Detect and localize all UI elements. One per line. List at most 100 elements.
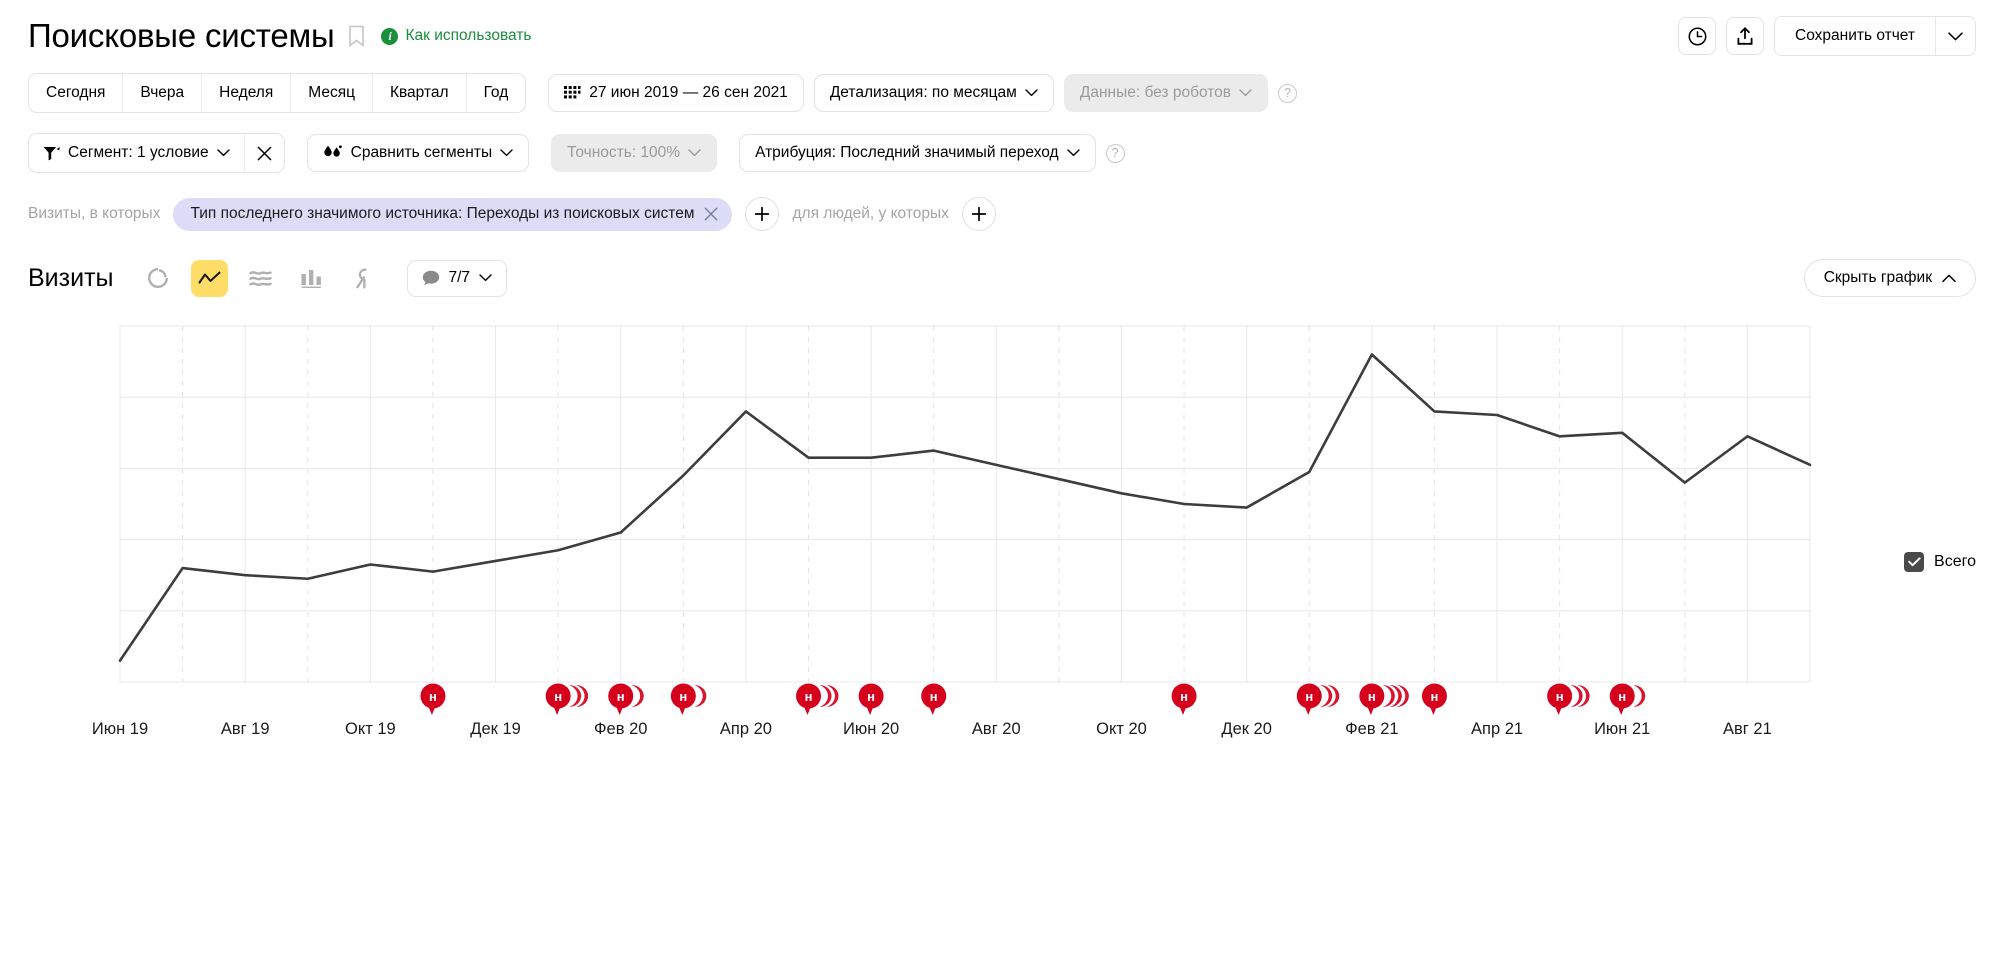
period-button-yesterday[interactable]: Вчера — [123, 74, 203, 112]
metrica-report-page: Поисковые системы i Как использовать Сох… — [0, 0, 2000, 966]
period-button-today[interactable]: Сегодня — [29, 74, 124, 112]
close-x-icon[interactable] — [243, 134, 284, 172]
chart-annotation-marker: н — [1296, 683, 1340, 715]
svg-text:н: н — [1618, 689, 1626, 704]
segment-description-row: Визиты, в которых Тип последнего значимо… — [0, 192, 2000, 236]
two-drops-icon — [323, 144, 343, 162]
chart-annotation-marker: н — [1547, 683, 1590, 715]
plus-icon — [971, 206, 987, 222]
chevron-down-icon — [1239, 89, 1252, 97]
chart-annotation-marker: н — [858, 683, 884, 715]
x-axis-tick-label: Июн 19 — [92, 720, 148, 738]
how-to-use-label: Как использовать — [405, 27, 532, 44]
x-axis-tick-label: Апр 21 — [1471, 720, 1523, 738]
svg-text:н: н — [805, 689, 813, 704]
grouping-label: Детализация: по месяцам — [829, 84, 1017, 101]
hide-chart-button[interactable]: Скрыть график — [1803, 259, 1976, 297]
segment-condition-chip[interactable]: Тип последнего значимого источника: Пере… — [173, 197, 733, 231]
close-x-icon[interactable] — [704, 207, 718, 221]
x-axis-tick-label: Авг 21 — [1723, 720, 1772, 738]
chevron-down-icon — [1025, 89, 1038, 97]
info-icon: i — [381, 27, 399, 45]
x-axis-tick-label: Дек 19 — [470, 720, 521, 738]
date-range-picker[interactable]: 27 июн 2019 — 26 сен 2021 — [548, 74, 804, 112]
chart-header: Визиты 7/7 Скрыть график — [0, 254, 2000, 302]
x-axis-tick-label: Окт 19 — [345, 720, 396, 738]
series-line-total — [118, 353, 1812, 662]
question-mark-icon[interactable]: ? — [1105, 143, 1125, 163]
x-axis-tick-label: Фев 21 — [1345, 720, 1398, 738]
chevron-down-icon — [216, 149, 230, 157]
svg-text:н: н — [617, 689, 625, 704]
share-upload-icon[interactable] — [1726, 17, 1764, 55]
svg-text:н: н — [1368, 689, 1376, 704]
legend-label-total: Всего — [1934, 553, 1976, 570]
save-report-group: Сохранить отчет — [1774, 16, 1976, 56]
toolbar-period-row: Сегодня Вчера Неделя Месяц Квартал Год 2… — [0, 70, 2000, 116]
chart-annotation-marker: н — [921, 683, 947, 715]
x-axis-tick-label: Дек 20 — [1221, 720, 1272, 738]
svg-text:н: н — [429, 689, 437, 704]
svg-text:н: н — [1180, 689, 1188, 704]
grouping-dropdown[interactable]: Детализация: по месяцам — [813, 74, 1054, 112]
segment-dropdown[interactable]: Сегмент: 1 условие — [29, 134, 244, 172]
segment-condition-label: Тип последнего значимого источника: Пере… — [190, 205, 695, 222]
svg-text:н: н — [867, 689, 875, 704]
period-button-week[interactable]: Неделя — [202, 74, 292, 112]
how-to-use-link[interactable]: i Как использовать — [381, 27, 532, 45]
save-report-button[interactable]: Сохранить отчет — [1775, 17, 1935, 55]
chevron-down-icon — [479, 274, 492, 282]
question-mark-icon[interactable]: ? — [1278, 83, 1298, 103]
chevron-up-icon — [1942, 274, 1956, 283]
svg-text:н: н — [1431, 689, 1439, 704]
svg-text:н: н — [930, 689, 938, 704]
x-axis-tick-label: Окт 20 — [1096, 720, 1147, 738]
checkmark-icon — [1907, 557, 1921, 567]
chart-annotation-marker: н — [670, 683, 707, 715]
area-chart-icon[interactable] — [241, 259, 279, 297]
svg-text:н: н — [679, 689, 687, 704]
line-chart-icon[interactable] — [190, 259, 228, 297]
chevron-down-icon[interactable] — [1935, 17, 1975, 55]
clock-icon[interactable] — [1678, 17, 1716, 55]
add-visit-condition-button[interactable] — [745, 197, 780, 231]
visits-line-chart[interactable]: Июн 19 Авг 19 Окт 19 Дек 19 Фев 20 Апр 20 Июн … — [0, 314, 2000, 844]
period-preset-group: Сегодня Вчера Неделя Месяц Квартал Год — [28, 73, 527, 113]
header-actions: Сохранить отчет — [1678, 16, 1976, 56]
x-axis-tick-label: Июн 20 — [843, 720, 899, 738]
chart-annotation-marker: н — [1609, 683, 1646, 715]
legend-checkbox-total[interactable] — [1904, 552, 1925, 572]
data-filter-dropdown[interactable]: Данные: без роботов — [1063, 74, 1269, 112]
compare-segments-dropdown[interactable]: Сравнить сегменты — [306, 134, 530, 172]
svg-text:н: н — [1305, 689, 1313, 704]
bookmark-icon[interactable] — [348, 25, 365, 47]
x-axis-tick-label: Авг 19 — [221, 720, 270, 738]
chart-annotation-marker: н — [796, 683, 839, 715]
period-button-quarter[interactable]: Квартал — [372, 74, 467, 112]
accuracy-dropdown[interactable]: Точность: 100% — [551, 134, 718, 172]
chart-annotation-marker: н — [1421, 683, 1447, 715]
svg-text:н: н — [1556, 689, 1564, 704]
svg-text:н: н — [554, 689, 562, 704]
chart-legend[interactable]: Всего — [1904, 552, 1976, 572]
period-button-month[interactable]: Месяц — [291, 74, 373, 112]
chart-comments-dropdown[interactable]: 7/7 — [406, 259, 508, 297]
bar-chart-icon[interactable] — [292, 259, 330, 297]
x-axis-tick-label: Фев 20 — [594, 720, 647, 738]
attribution-label: Атрибуция: Последний значимый переход — [755, 144, 1059, 161]
segment-control-group: Сегмент: 1 условие — [28, 133, 285, 173]
date-range-value: 27 июн 2019 — 26 сен 2021 — [589, 84, 788, 101]
period-button-year[interactable]: Год — [466, 74, 526, 112]
x-axis-tick-label: Авг 20 — [972, 720, 1021, 738]
segment-prefix-label: Визиты, в которых — [28, 205, 161, 222]
chevron-down-icon — [688, 149, 701, 157]
add-people-condition-button[interactable] — [961, 197, 996, 231]
compare-segments-label: Сравнить сегменты — [350, 144, 493, 161]
page-header: Поисковые системы i Как использовать Сох… — [0, 0, 2000, 58]
x-axis-tick-label: Июн 21 — [1594, 720, 1650, 738]
page-title: Поисковые системы — [28, 16, 335, 54]
attribution-dropdown[interactable]: Атрибуция: Последний значимый переход — [739, 134, 1096, 172]
pie-chart-icon[interactable] — [139, 259, 177, 297]
map-chart-icon[interactable] — [343, 259, 381, 297]
metric-title: Визиты — [28, 263, 114, 292]
